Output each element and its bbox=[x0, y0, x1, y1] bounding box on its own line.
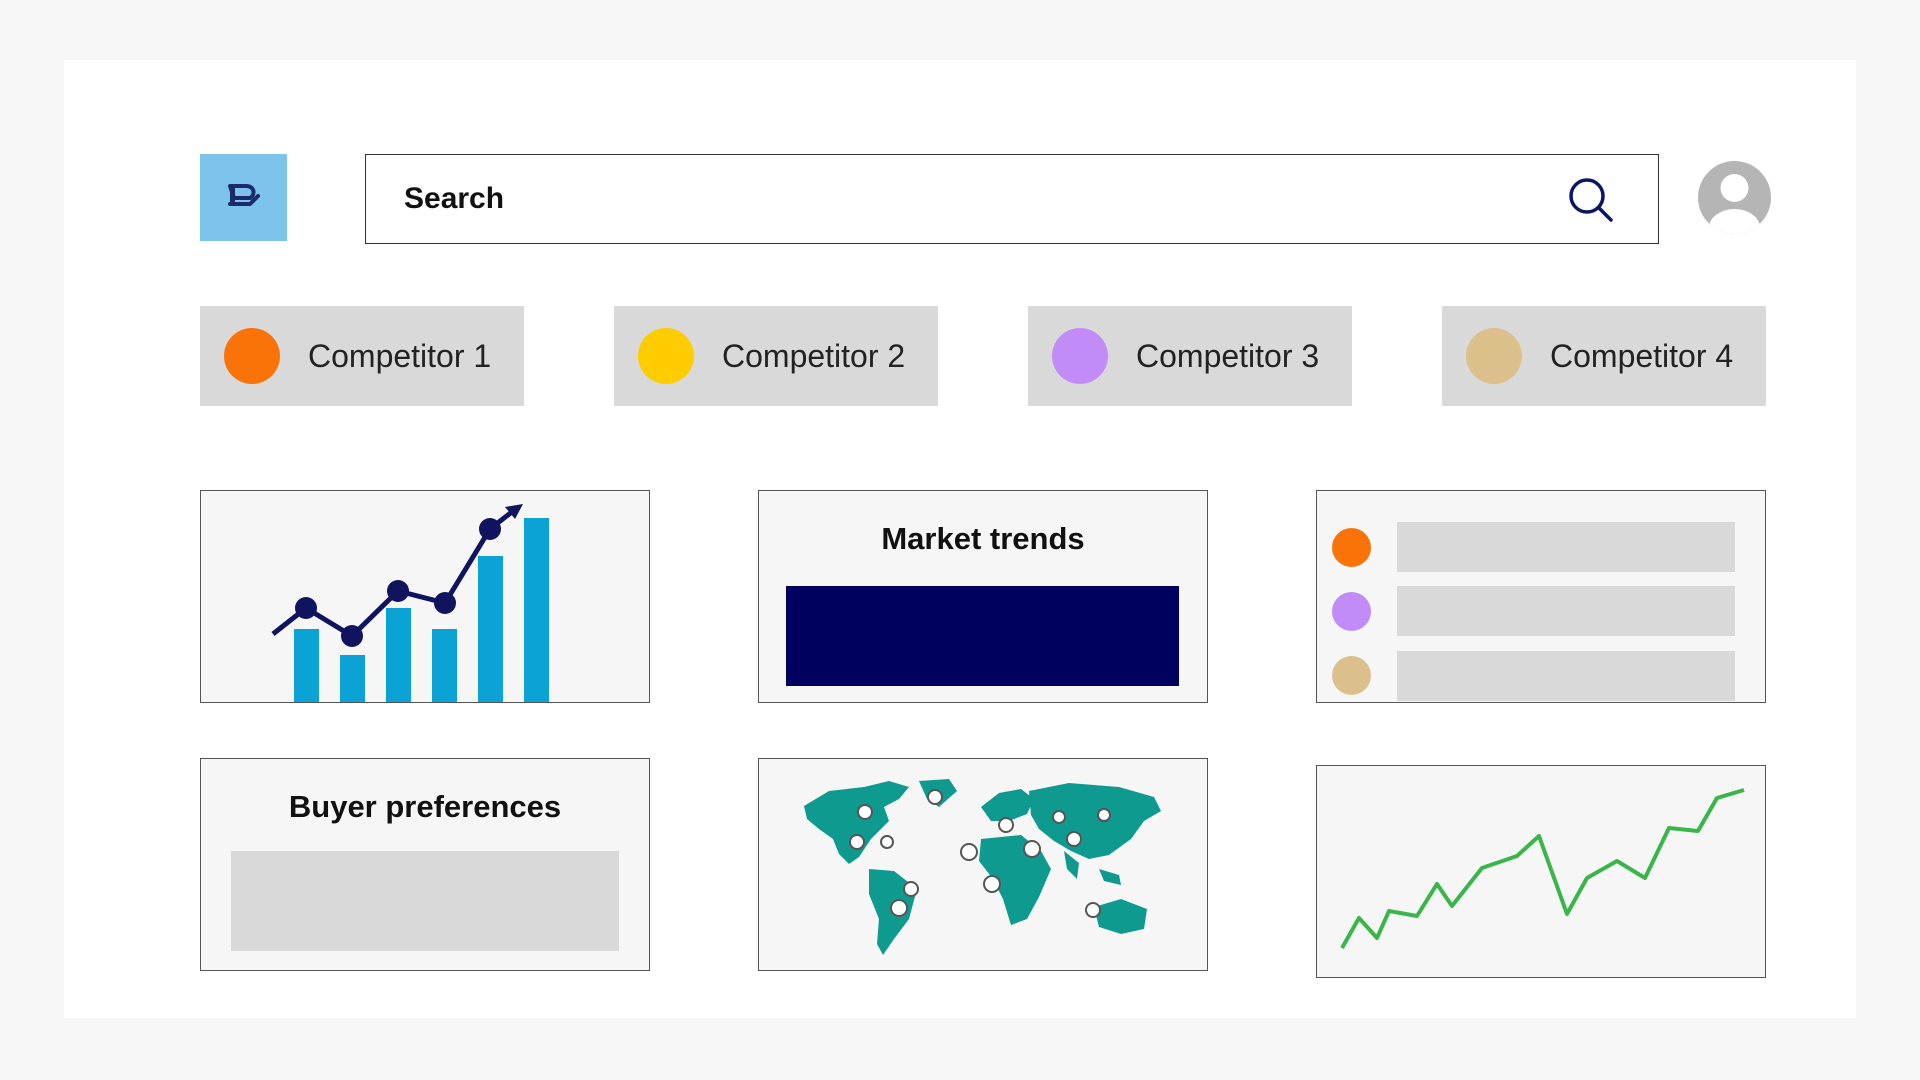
legend-dot bbox=[1332, 656, 1371, 695]
user-avatar-icon bbox=[1708, 174, 1761, 234]
competitor-color-dot bbox=[638, 328, 694, 384]
competitor-label: Competitor 4 bbox=[1550, 337, 1734, 374]
legend-dot bbox=[1332, 592, 1371, 631]
search-icon[interactable] bbox=[1566, 175, 1616, 225]
market-trends-panel[interactable]: Market trends bbox=[758, 490, 1208, 703]
legend-bar bbox=[1397, 586, 1735, 636]
legend-list-panel[interactable] bbox=[1316, 490, 1766, 703]
competitor-color-dot bbox=[224, 328, 280, 384]
hand-bubble-icon bbox=[227, 183, 260, 206]
competitor-chip-1[interactable]: Competitor 1 bbox=[200, 306, 524, 406]
competitor-label: Competitor 1 bbox=[308, 337, 492, 374]
legend-bar bbox=[1397, 522, 1735, 572]
legend-bar bbox=[1397, 651, 1735, 701]
line-trend-icon bbox=[1340, 788, 1745, 949]
competitor-chip-4[interactable]: Competitor 4 bbox=[1442, 306, 1766, 406]
world-map-icon bbox=[804, 779, 1161, 955]
search-bar[interactable] bbox=[365, 154, 1659, 244]
growth-chart-icon bbox=[271, 504, 549, 702]
world-map-panel[interactable] bbox=[758, 758, 1208, 971]
growth-chart-panel[interactable] bbox=[200, 490, 650, 703]
competitor-color-dot bbox=[1052, 328, 1108, 384]
line-trend-panel[interactable] bbox=[1316, 765, 1766, 978]
buyer-preferences-block bbox=[231, 851, 619, 951]
market-trends-bar bbox=[786, 586, 1179, 686]
panel-title: Buyer preferences bbox=[288, 789, 562, 824]
legend-dot bbox=[1332, 528, 1371, 567]
user-avatar[interactable] bbox=[1698, 161, 1771, 234]
competitor-label: Competitor 3 bbox=[1136, 337, 1320, 374]
panel-title: Market trends bbox=[881, 521, 1085, 556]
competitor-chip-2[interactable]: Competitor 2 bbox=[614, 306, 938, 406]
competitor-label: Competitor 2 bbox=[722, 337, 906, 374]
app-logo[interactable] bbox=[200, 154, 287, 241]
buyer-preferences-panel[interactable]: Buyer preferences bbox=[200, 758, 650, 971]
competitor-color-dot bbox=[1466, 328, 1522, 384]
competitor-chip-3[interactable]: Competitor 3 bbox=[1028, 306, 1352, 406]
search-input[interactable] bbox=[402, 181, 1506, 217]
